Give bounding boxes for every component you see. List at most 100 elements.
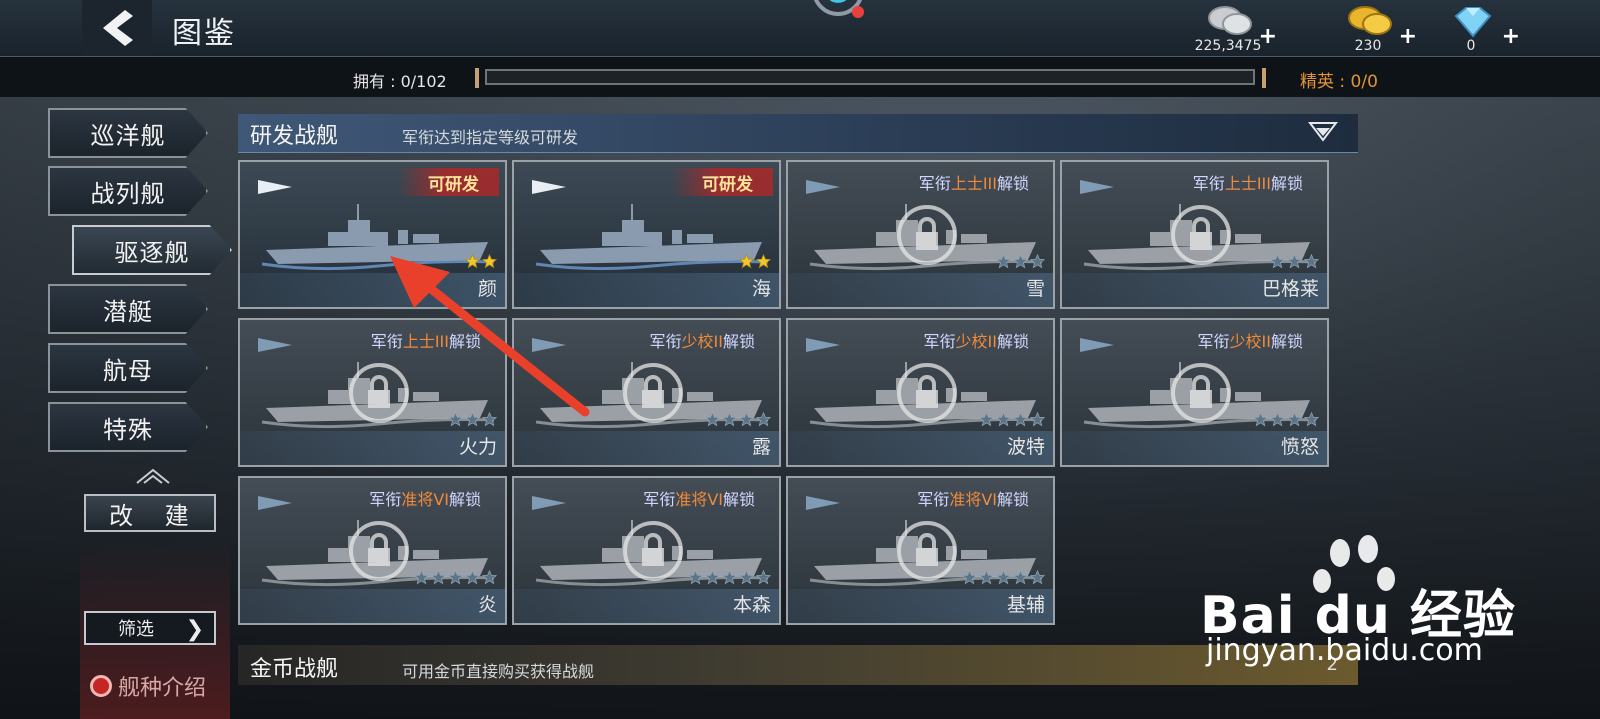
star-icon	[465, 254, 480, 269]
add-silver-button[interactable]: +	[1259, 24, 1277, 49]
req-suffix: 解锁	[1270, 332, 1303, 351]
ship-card[interactable]: 军衔准将VI解锁炎	[238, 476, 507, 625]
req-prefix: 军衔	[923, 332, 956, 351]
filter-button[interactable]: 筛选 ❯	[84, 611, 216, 645]
star-icon	[1013, 412, 1028, 427]
star-rating	[979, 412, 1045, 427]
gold-resource[interactable]: 230 +	[1325, 2, 1417, 56]
ship-name: 火力	[458, 436, 497, 458]
star-icon	[739, 412, 754, 427]
ship-name: 炎	[477, 594, 497, 616]
star-icon	[1304, 254, 1319, 269]
star-icon	[1253, 412, 1268, 427]
silver-resource[interactable]: 225,3475 +	[1185, 2, 1277, 56]
diamond-icon	[1454, 7, 1492, 38]
ship-card[interactable]: 军衔少校II解锁 愤怒	[1060, 318, 1329, 467]
watermark-url: jingyan.baidu.com	[1206, 633, 1483, 668]
progress-cap-left	[475, 68, 479, 88]
silver-coins-icon	[1208, 6, 1252, 35]
star-rating	[688, 570, 771, 585]
unlock-requirement: 军衔上士III解锁	[919, 170, 1029, 194]
tab-carrier[interactable]: 航母	[48, 343, 208, 393]
star-icon	[1030, 570, 1045, 585]
req-suffix: 解锁	[996, 490, 1029, 509]
nation-flag-icon	[258, 496, 292, 510]
tab-special[interactable]: 特殊	[48, 402, 208, 452]
star-icon	[756, 570, 771, 585]
star-icon	[962, 570, 977, 585]
section-subtitle: 可用金币直接购买获得战舰	[402, 662, 595, 681]
gold-section-header[interactable]: 金币战舰 可用金币直接购买获得战舰 2	[238, 645, 1358, 685]
modify-button[interactable]: 改 建	[84, 494, 216, 532]
tab-cruiser[interactable]: 巡洋舰	[48, 108, 208, 158]
star-rating	[962, 570, 1045, 585]
scroll-up-icon[interactable]	[135, 467, 171, 485]
star-icon	[1287, 412, 1302, 427]
ship-card[interactable]: 军衔少校II解锁露	[512, 318, 781, 467]
ship-card[interactable]: 军衔准将VI解锁 本森	[512, 476, 781, 625]
progress-cap-right	[1262, 68, 1266, 88]
star-icon	[756, 412, 771, 427]
back-button[interactable]	[82, 0, 152, 56]
filter-label: 筛选	[118, 619, 154, 640]
req-rank: 准将VI	[949, 490, 997, 509]
star-icon	[448, 570, 463, 585]
lock-icon	[623, 521, 683, 581]
tab-battleship[interactable]: 战列舰	[48, 166, 208, 216]
gold-coins-icon	[1348, 6, 1392, 35]
star-icon	[482, 412, 497, 427]
section-title: 研发战舰	[250, 124, 339, 149]
ship-card[interactable]: 军衔少校II解锁 波特	[786, 318, 1055, 467]
section-title: 金币战舰	[250, 657, 339, 682]
star-icon	[722, 412, 737, 427]
lock-icon	[623, 363, 683, 423]
ship-card[interactable]: 军衔上士III解锁 巴格莱	[1060, 160, 1329, 309]
ship-card[interactable]: 可研发颜	[238, 160, 507, 309]
nation-flag-icon	[806, 496, 840, 510]
star-icon	[996, 254, 1011, 269]
researchable-badge: 可研发	[398, 168, 499, 196]
star-icon	[996, 412, 1011, 427]
star-icon	[431, 570, 446, 585]
ship-card[interactable]: 军衔准将VI解锁 基辅	[786, 476, 1055, 625]
ship-type-intro-button[interactable]: 舰种介绍	[90, 670, 206, 702]
collapse-toggle-icon[interactable]	[1308, 120, 1338, 144]
nation-flag-icon	[1080, 338, 1114, 352]
tab-submarine[interactable]: 潜艇	[48, 284, 208, 334]
star-rating	[414, 570, 497, 585]
ship-name-bar	[240, 273, 505, 307]
lock-icon	[349, 363, 409, 423]
nation-flag-icon	[806, 338, 840, 352]
nation-flag-icon	[258, 180, 292, 194]
collection-bar: 拥有 : 0/102 精英 : 0/0	[0, 57, 1600, 97]
nation-flag-icon	[258, 338, 292, 352]
section-subtitle: 军衔达到指定等级可研发	[402, 128, 579, 147]
req-prefix: 军衔	[370, 332, 403, 351]
add-gold-button[interactable]: +	[1399, 24, 1417, 49]
star-rating	[1270, 254, 1319, 269]
ship-card[interactable]: 军衔上士III解锁 火力	[238, 318, 507, 467]
add-diamond-button[interactable]: +	[1502, 24, 1520, 49]
req-rank: 上士III	[402, 332, 449, 351]
intro-label: 舰种介绍	[118, 676, 207, 701]
diamond-resource[interactable]: 0 +	[1428, 2, 1520, 56]
req-rank: 准将VI	[675, 490, 723, 509]
unlock-requirement: 军衔准将VI解锁	[369, 486, 481, 510]
nation-flag-icon	[532, 180, 566, 194]
req-prefix: 军衔	[917, 490, 950, 509]
tab-label: 潜艇	[103, 297, 153, 326]
ship-card[interactable]: 可研发海	[512, 160, 781, 309]
ship-name: 巴格莱	[1261, 278, 1319, 300]
star-icon	[688, 570, 703, 585]
page-title: 图鉴	[172, 16, 236, 51]
lock-icon	[1171, 205, 1231, 265]
req-suffix: 解锁	[722, 332, 755, 351]
tab-destroyer[interactable]: 驱逐舰	[72, 225, 232, 275]
ship-name: 雪	[1025, 278, 1045, 300]
research-section-header[interactable]: 研发战舰 军衔达到指定等级可研发	[238, 114, 1358, 153]
star-icon	[1304, 412, 1319, 427]
ship-name-bar	[514, 431, 779, 465]
star-icon	[1030, 412, 1045, 427]
req-prefix: 军衔	[369, 490, 402, 509]
ship-card[interactable]: 军衔上士III解锁雪	[786, 160, 1055, 309]
